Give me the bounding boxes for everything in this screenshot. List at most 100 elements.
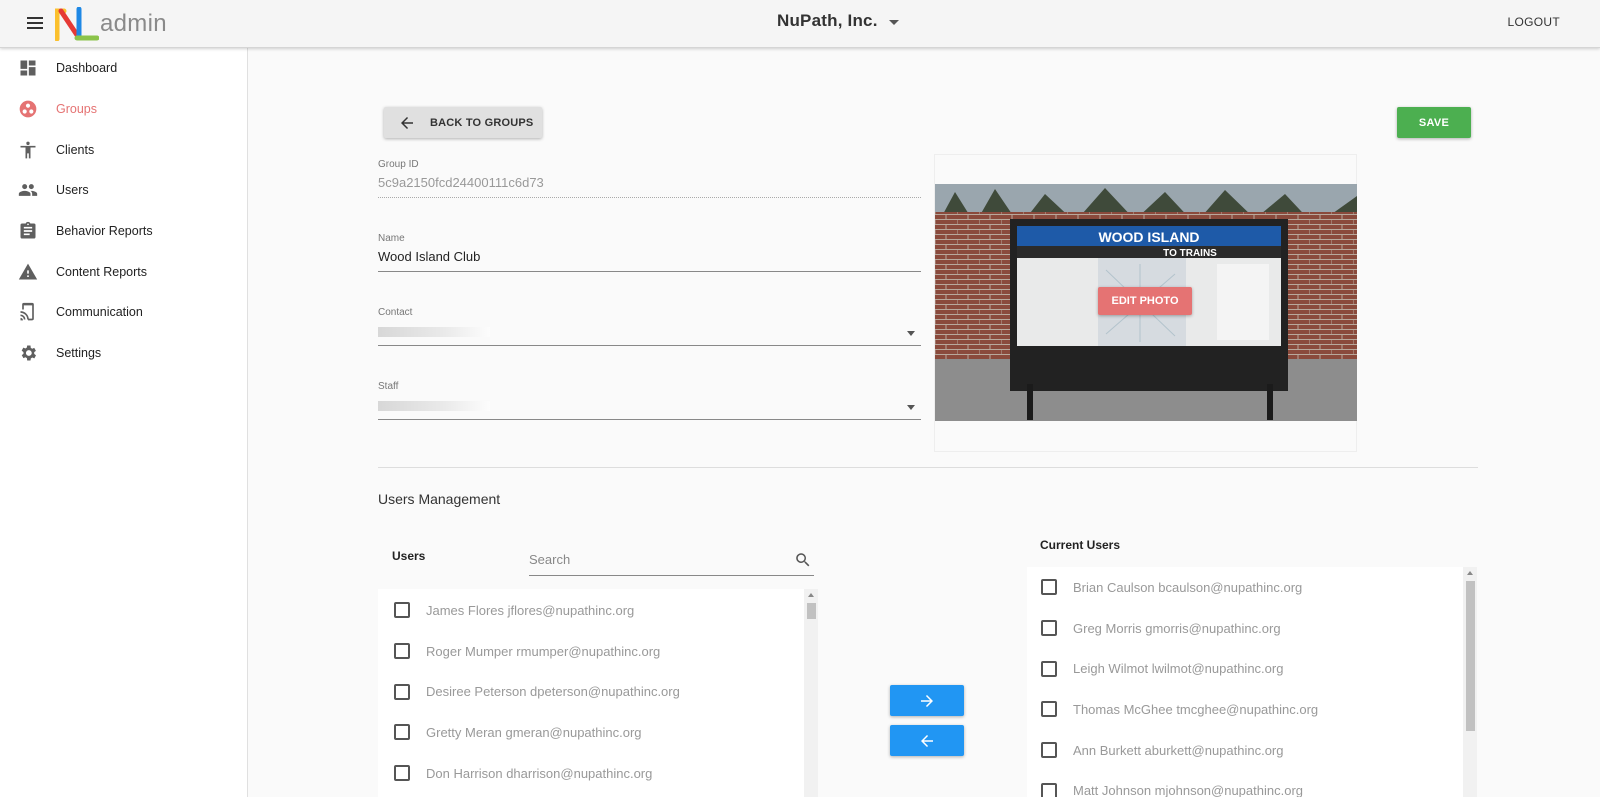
search-icon[interactable] [794,551,812,569]
list-item[interactable]: Matt Johnson mjohnson@nupathinc.org [1027,770,1477,797]
user-checkbox[interactable] [1041,782,1057,797]
users-management-title: Users Management [378,491,501,507]
arrow-right-icon [921,694,933,707]
user-entry: Greg Morris gmorris@nupathinc.org [1073,620,1281,636]
app-logo: admin [55,6,167,42]
organization-name: NuPath, Inc. [777,11,878,30]
user-search-field[interactable]: Search [529,546,814,576]
scroll-up-icon[interactable] [804,589,818,601]
list-item[interactable]: James Flores jflores@nupathinc.org [378,590,818,631]
list-item[interactable]: Don Harrison dharrison@nupathinc.org [378,753,818,794]
list-item[interactable]: Desiree Peterson dpeterson@nupathinc.org [378,671,818,712]
remove-from-current-button[interactable] [890,725,964,756]
sidebar-item-clients[interactable]: Clients [0,129,247,170]
chevron-down-icon [907,405,915,410]
sign-title: WOOD ISLAND [1098,229,1199,245]
menu-icon[interactable] [25,14,45,34]
back-to-groups-label: BACK TO GROUPS [430,116,534,129]
user-checkbox[interactable] [394,602,410,619]
nupath-logo-icon [55,7,99,41]
sidebar-item-label: Groups [56,102,97,117]
group-photo-card: WOOD ISLAND TO TRAINS EDIT PHOTO [934,154,1357,452]
sidebar-item-users[interactable]: Users [0,170,247,211]
name-field[interactable]: Name Wood Island Club [378,233,921,272]
list-item[interactable]: Greg Morris gmorris@nupathinc.org [1027,608,1477,649]
user-entry: Don Harrison dharrison@nupathinc.org [426,765,653,781]
save-button[interactable]: SAVE [1397,107,1471,138]
user-checkbox[interactable] [1041,701,1057,718]
user-checkbox[interactable] [1041,742,1057,759]
available-users-list[interactable]: James Flores jflores@nupathinc.org Roger… [378,589,818,797]
sidebar-item-dashboard[interactable]: Dashboard [0,48,247,89]
scrollbar[interactable] [1463,567,1477,797]
user-checkbox[interactable] [1041,660,1057,677]
sidebar-item-label: Users [56,183,89,198]
sidebar-item-label: Behavior Reports [56,224,153,239]
group-id-value: 5c9a2150fcd24400111c6d73 [378,175,544,190]
search-placeholder: Search [529,552,571,567]
user-entry: Gretty Meran gmeran@nupathinc.org [426,724,642,740]
group-id-label: Group ID [378,159,419,170]
user-entry: Ann Burkett aburkett@nupathinc.org [1073,742,1284,758]
user-checkbox[interactable] [394,643,410,660]
scrollbar-thumb[interactable] [1466,581,1475,731]
organization-select[interactable]: NuPath, Inc. [777,11,899,31]
groups-icon [0,99,56,119]
user-entry: Desiree Peterson dpeterson@nupathinc.org [426,684,680,700]
sign-subtitle: TO TRAINS [1163,248,1217,259]
clipboard-icon [0,221,56,241]
group-id-field: Group ID 5c9a2150fcd24400111c6d73 [378,159,921,198]
chevron-down-icon [888,19,899,25]
logout-button[interactable]: LOGOUT [1508,15,1560,29]
dashboard-icon [0,58,56,78]
user-checkbox[interactable] [1041,620,1057,637]
people-icon [0,180,56,200]
user-entry: Brian Caulson bcaulson@nupathinc.org [1073,579,1303,595]
user-entry: Roger Mumper rmumper@nupathinc.org [426,643,661,659]
list-item[interactable]: Leigh Wilmot lwilmot@nupathinc.org [1027,648,1477,689]
main-content: BACK TO GROUPS SAVE Group ID 5c9a2150fcd… [249,48,1600,797]
scrollbar[interactable] [804,589,818,797]
back-to-groups-button[interactable]: BACK TO GROUPS [384,107,542,138]
arrow-left-icon [921,734,933,747]
list-item[interactable]: Thomas McGhee tmcghee@nupathinc.org [1027,689,1477,730]
users-list-title: Users [392,549,426,563]
logo-text: admin [100,10,167,37]
user-checkbox[interactable] [394,765,410,782]
user-entry: Matt Johnson mjohnson@nupathinc.org [1073,783,1304,797]
staff-value-redacted [378,400,490,411]
scroll-up-icon[interactable] [1463,567,1477,579]
chevron-down-icon [907,331,915,336]
sidebar-item-label: Content Reports [56,264,148,279]
staff-select[interactable]: Staff [378,381,921,420]
sidebar-item-content-reports[interactable]: Content Reports [0,251,247,292]
staff-label: Staff [378,381,399,392]
sidebar-item-groups[interactable]: Groups [0,89,247,130]
list-item[interactable]: Gretty Meran gmeran@nupathinc.org [378,712,818,753]
user-entry: James Flores jflores@nupathinc.org [426,602,635,618]
add-to-current-button[interactable] [890,685,964,716]
sidebar-item-settings[interactable]: Settings [0,333,247,374]
list-item[interactable]: Ann Burkett aburkett@nupathinc.org [1027,730,1477,771]
edit-photo-button[interactable]: EDIT PHOTO [1098,287,1192,315]
name-input[interactable]: Wood Island Club [378,249,921,265]
gear-icon [0,343,56,363]
cast-icon [0,302,56,322]
list-item[interactable]: Brian Caulson bcaulson@nupathinc.org [1027,567,1477,608]
top-app-bar: admin NuPath, Inc. LOGOUT [0,0,1600,48]
user-entry: Leigh Wilmot lwilmot@nupathinc.org [1073,661,1284,677]
current-users-list[interactable]: Brian Caulson bcaulson@nupathinc.org Gre… [1027,567,1477,797]
contact-select[interactable]: Contact [378,307,921,346]
list-item[interactable]: Roger Mumper rmumper@nupathinc.org [378,631,818,672]
warning-icon [0,262,56,282]
user-checkbox[interactable] [1041,579,1057,596]
contact-value-redacted [378,326,490,337]
sidebar-item-label: Communication [56,305,143,320]
user-checkbox[interactable] [394,683,410,700]
sidebar-item-label: Settings [56,346,102,361]
scrollbar-thumb[interactable] [807,603,816,619]
user-checkbox[interactable] [394,724,410,741]
arrow-left-icon [401,116,413,129]
sidebar-item-communication[interactable]: Communication [0,292,247,333]
sidebar-item-behavior-reports[interactable]: Behavior Reports [0,211,247,252]
